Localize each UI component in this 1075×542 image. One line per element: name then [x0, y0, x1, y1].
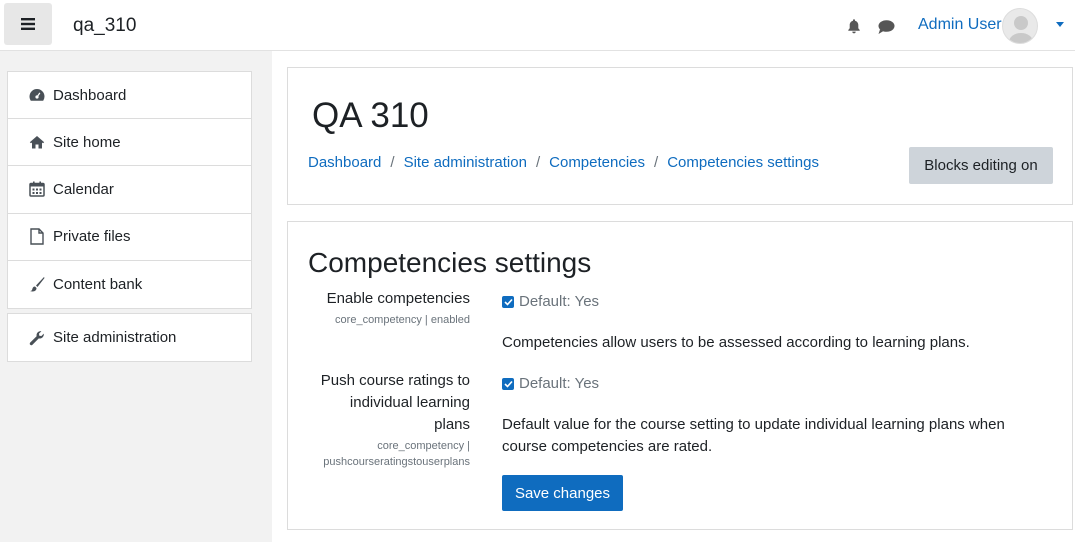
sidebar-item-label: Site administration: [53, 329, 177, 347]
enable-competencies-checkbox[interactable]: [502, 295, 514, 308]
setting-key-line: core_competency |: [377, 440, 470, 452]
paintbrush-icon: [28, 276, 46, 292]
settings-heading: Competencies settings: [308, 247, 592, 278]
nav-drawer-main-group: Dashboard Site home Calendar Private fil…: [7, 71, 252, 309]
breadcrumb-separator: /: [535, 154, 541, 171]
setting-label: Enable competencies: [326, 290, 470, 307]
setting-enable-competencies-label-group: Enable competencies core_competency | en…: [327, 288, 470, 328]
main-region: QA 310 Dashboard / Site administration /…: [272, 51, 1075, 542]
sidebar-item-site-administration[interactable]: Site administration: [8, 314, 251, 361]
check-icon: [503, 298, 513, 306]
nav-drawer: Dashboard Site home Calendar Private fil…: [0, 51, 272, 542]
sidebar-item-label: Calendar: [53, 180, 114, 198]
default-value-text: Default: Yes: [519, 375, 600, 392]
bell-icon[interactable]: [846, 18, 862, 34]
sidebar-item-private-files[interactable]: Private files: [8, 214, 251, 261]
sidebar-item-label: Private files: [53, 228, 131, 246]
home-icon: [28, 134, 46, 150]
breadcrumb-site-administration-link[interactable]: Site administration: [404, 154, 527, 171]
sidebar-item-calendar[interactable]: Calendar: [8, 166, 251, 214]
blocks-editing-button[interactable]: Blocks editing on: [909, 147, 1053, 184]
site-name[interactable]: qa_310: [73, 15, 136, 37]
setting-key: core_competency | enabled: [335, 314, 470, 326]
sidebar-item-site-home[interactable]: Site home: [8, 119, 251, 167]
push-course-ratings-checkbox[interactable]: [502, 377, 514, 390]
top-navbar: qa_310 Admin User: [0, 0, 1075, 51]
drawer-toggle-button[interactable]: [4, 3, 52, 45]
nav-drawer-admin-group: Site administration: [7, 313, 252, 363]
setting-label-line: plans: [434, 416, 470, 433]
breadcrumb-dashboard-link[interactable]: Dashboard: [308, 154, 381, 171]
dashboard-icon: [28, 87, 46, 103]
hamburger-icon: [21, 18, 35, 30]
settings-card: Competencies settings Enable competencie…: [287, 221, 1073, 530]
page-header-card: QA 310 Dashboard / Site administration /…: [287, 67, 1073, 205]
sidebar-item-label: Dashboard: [53, 86, 127, 104]
breadcrumb-separator: /: [654, 154, 659, 171]
breadcrumb-competencies-settings-link[interactable]: Competencies settings: [667, 154, 819, 171]
sidebar-item-content-bank[interactable]: Content bank: [8, 261, 251, 308]
file-icon: [28, 228, 46, 245]
setting-description: Default value for the course setting to …: [502, 414, 1042, 458]
setting-label-line: Push course ratings to: [320, 372, 470, 389]
chat-icon[interactable]: [877, 19, 895, 35]
breadcrumb: Dashboard / Site administration / Compet…: [308, 154, 819, 171]
user-menu-caret-icon[interactable]: [1056, 22, 1064, 27]
default-value-text: Default: Yes: [519, 293, 600, 310]
sidebar-item-label: Site home: [53, 133, 121, 151]
setting-description-line: course competencies are rated.: [502, 438, 713, 455]
user-menu-name[interactable]: Admin User: [918, 16, 1002, 34]
sidebar-item-label: Content bank: [53, 275, 143, 293]
setting-push-course-ratings-label-group: Push course ratings to individual learni…: [321, 370, 470, 470]
save-changes-button[interactable]: Save changes: [502, 475, 623, 511]
avatar-placeholder-icon: [1009, 16, 1033, 43]
setting-push-course-ratings-control: Default: Yes: [502, 375, 599, 392]
wrench-icon: [28, 330, 46, 346]
setting-description-line: Default value for the course setting to …: [502, 416, 1005, 433]
setting-description: Competencies allow users to be assessed …: [502, 334, 970, 351]
sidebar-item-dashboard[interactable]: Dashboard: [8, 72, 251, 120]
setting-label-line: individual learning: [349, 394, 470, 411]
breadcrumb-competencies-link[interactable]: Competencies: [549, 154, 645, 171]
setting-enable-competencies-control: Default: Yes: [502, 293, 599, 310]
calendar-icon: [28, 181, 46, 198]
page-title: QA 310: [312, 96, 429, 135]
setting-key-line: pushcourseratingstouserplans: [323, 456, 470, 468]
avatar[interactable]: [1002, 8, 1038, 44]
breadcrumb-separator: /: [390, 154, 395, 171]
check-icon: [503, 380, 513, 388]
